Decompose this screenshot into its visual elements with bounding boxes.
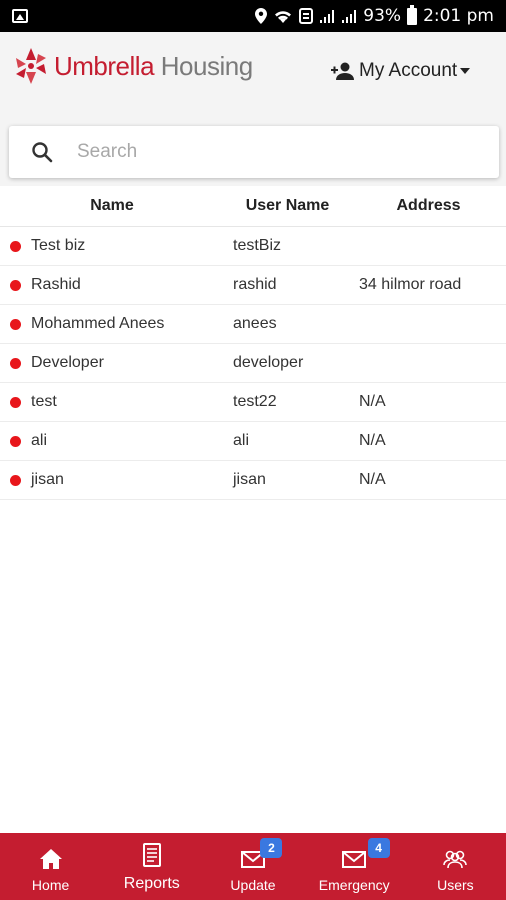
nav-home-label: Home	[31, 877, 70, 893]
battery-percent: 93%	[363, 6, 402, 26]
nav-users[interactable]: Users	[405, 833, 506, 900]
nav-update-label: Update	[230, 877, 276, 893]
nav-reports[interactable]: Reports	[101, 833, 202, 900]
my-account-label: My Account	[359, 60, 458, 81]
gallery-notification-icon	[12, 9, 28, 23]
column-header-name[interactable]: Name	[0, 197, 224, 215]
table-row[interactable]: Rashid rashid 34 hilmor road	[0, 266, 506, 305]
status-dot-icon	[10, 240, 21, 252]
clock-time: 2:01 pm	[423, 6, 494, 26]
column-header-address[interactable]: Address	[351, 197, 506, 215]
search-area	[0, 110, 506, 186]
table-header: Name User Name Address	[0, 186, 506, 227]
table-row[interactable]: Developer developer	[0, 344, 506, 383]
table-row[interactable]: ali ali N/A	[0, 422, 506, 461]
search-icon	[32, 142, 53, 163]
row-name: test	[31, 393, 57, 410]
row-name: Mohammed Anees	[31, 315, 165, 332]
table-row[interactable]: Test biz testBiz	[0, 227, 506, 266]
logo-word-umbrella: Umbrella	[54, 50, 155, 81]
table-row[interactable]: test test22 N/A	[0, 383, 506, 422]
signal-icon-2	[342, 10, 357, 23]
row-address: 34 hilmor road	[359, 276, 462, 293]
row-name: Test biz	[31, 237, 86, 254]
status-dot-icon	[10, 435, 21, 447]
status-dot-icon	[10, 357, 21, 369]
umbrella-logo-icon	[16, 48, 46, 84]
emergency-badge: 4	[367, 838, 390, 858]
home-icon	[39, 849, 62, 869]
row-username: test22	[233, 393, 277, 410]
location-icon	[255, 8, 268, 24]
mail-icon	[342, 851, 367, 868]
row-username: testBiz	[233, 237, 282, 254]
battery-icon	[407, 4, 418, 25]
users-icon	[443, 850, 468, 869]
search-input[interactable]	[77, 141, 457, 163]
row-name: Rashid	[31, 276, 81, 293]
status-dot-icon	[10, 474, 21, 486]
nav-update[interactable]: 2 Update	[202, 833, 303, 900]
nav-emergency-label: Emergency	[318, 877, 390, 893]
row-address: N/A	[359, 471, 386, 488]
row-username: developer	[233, 354, 304, 371]
status-dot-icon	[10, 318, 21, 330]
users-table: Name User Name Address Test biz testBiz …	[0, 186, 506, 500]
row-username: rashid	[233, 276, 277, 293]
wifi-icon	[275, 11, 292, 23]
nav-home[interactable]: Home	[0, 833, 101, 900]
table-row[interactable]: Mohammed Anees anees	[0, 305, 506, 344]
nav-users-label: Users	[437, 877, 474, 893]
my-account-menu[interactable]: My Account	[331, 60, 471, 82]
reports-icon	[142, 843, 161, 867]
row-name: jisan	[31, 471, 64, 488]
row-username: ali	[233, 432, 250, 449]
signal-icon	[320, 10, 335, 23]
row-username: anees	[233, 315, 277, 332]
app-header: Umbrella Housing My Account	[0, 32, 506, 110]
search-bar[interactable]	[9, 126, 499, 178]
update-badge: 2	[260, 838, 283, 858]
status-dot-icon	[10, 279, 21, 291]
row-address: N/A	[359, 393, 386, 410]
column-header-username[interactable]: User Name	[224, 197, 351, 215]
table-row[interactable]: jisan jisan N/A	[0, 461, 506, 500]
row-name: Developer	[31, 354, 104, 371]
nav-emergency[interactable]: 4 Emergency	[304, 833, 405, 900]
chevron-down-icon	[460, 68, 471, 74]
bottom-navigation: Home Reports 2 Update 4 Emergency Users	[0, 833, 506, 900]
status-dot-icon	[10, 396, 21, 408]
logo-text: Umbrella Housing	[54, 51, 253, 82]
row-address: N/A	[359, 432, 386, 449]
nav-reports-label: Reports	[123, 875, 180, 892]
data-saver-icon	[299, 8, 314, 24]
add-person-icon	[331, 62, 354, 80]
status-bar: 93% 2:01 pm	[0, 0, 506, 32]
row-username: jisan	[233, 471, 266, 488]
logo-word-housing: Housing	[160, 50, 253, 81]
app-logo[interactable]: Umbrella Housing	[14, 46, 253, 86]
row-name: ali	[31, 432, 48, 449]
